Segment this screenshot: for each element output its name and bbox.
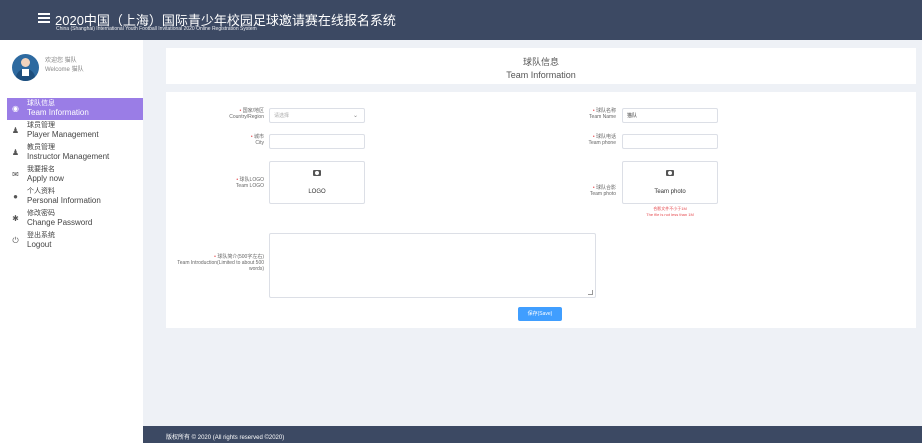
resize-handle-icon[interactable] xyxy=(588,290,593,295)
sidebar-item-label-en: Apply now xyxy=(27,174,64,183)
team-logo-label: • 球队LOGO Team LOGO xyxy=(186,177,264,189)
sidebar-item-label-cn: 教员管理 xyxy=(27,144,55,151)
sidebar-item-personal-information[interactable]: ● 个人资料 Personal Information xyxy=(7,186,143,208)
menu-icon[interactable] xyxy=(38,13,50,23)
page-title-card: 球队信息 Team Information xyxy=(166,48,916,84)
team-phone-label: • 球队电话 Team phone xyxy=(538,134,616,146)
team-photo-upload[interactable]: Team photo xyxy=(622,161,718,204)
country-select-placeholder: 请选择 xyxy=(274,113,290,119)
camera-icon xyxy=(313,170,321,176)
city-label-en: City xyxy=(255,140,264,146)
sidebar-nav: ◉ 球队信息 Team Information ♟ 球员管理 Player Ma… xyxy=(7,98,143,252)
welcome-en: Welcome 猫队 xyxy=(45,67,84,73)
team-photo-label-en: Team photo xyxy=(589,191,616,197)
sidebar-item-label-cn: 登出系统 xyxy=(27,232,55,239)
apply-icon: ✉ xyxy=(12,170,19,179)
sidebar-item-label-cn: 修改密码 xyxy=(27,210,55,217)
gear-icon: ✱ xyxy=(12,214,19,223)
page-title-en: Team Information xyxy=(506,70,576,80)
camera-icon xyxy=(666,170,674,176)
avatar xyxy=(12,54,39,81)
city-input[interactable] xyxy=(269,134,365,149)
sidebar-item-label-cn: 球队信息 xyxy=(27,100,55,107)
main-content: 球队信息 Team Information • 国家/地区 Country/Re… xyxy=(143,40,922,426)
team-info-form: • 国家/地区 Country/Region 请选择 ⌄ • 球队名称 Team… xyxy=(166,92,916,328)
sidebar-item-instructor-management[interactable]: ♟ 教员管理 Instructor Management xyxy=(7,142,143,164)
logout-icon: ⏻ xyxy=(12,236,19,245)
country-label: • 国家/地区 Country/Region xyxy=(186,108,264,120)
intro-label-en: Team Introduction(Limited to about 500 w… xyxy=(177,260,264,272)
team-info-icon: ◉ xyxy=(12,104,19,113)
photo-warning-en: The file is not less than 1M xyxy=(646,212,694,217)
intro-label: • 球队简介(500字左右) Team Introduction(Limited… xyxy=(168,254,264,272)
photo-size-warning: 合影文件不小于1M The file is not less than 1M xyxy=(612,206,728,218)
sidebar-item-logout[interactable]: ⏻ 登出系统 Logout xyxy=(7,230,143,252)
sidebar-item-team-information[interactable]: ◉ 球队信息 Team Information xyxy=(7,98,143,120)
city-label: • 城市 City xyxy=(186,134,264,146)
sidebar-item-label-cn: 个人资料 xyxy=(27,188,55,195)
team-logo-upload[interactable]: LOGO xyxy=(269,161,365,204)
team-name-label: • 球队名称 Team Name xyxy=(538,108,616,120)
chevron-down-icon: ⌄ xyxy=(352,113,358,119)
sidebar-item-label-en: Change Password xyxy=(27,218,93,227)
welcome-text: 欢迎您 猫队 Welcome 猫队 xyxy=(45,57,84,75)
team-photo-upload-text: Team photo xyxy=(654,189,686,195)
save-button[interactable]: 保存(Save) xyxy=(518,307,562,321)
sidebar-item-label-en: Instructor Management xyxy=(27,152,110,161)
sidebar-item-label-en: Personal Information xyxy=(27,196,101,205)
welcome-cn: 欢迎您 猫队 xyxy=(45,58,77,64)
top-header: 2020中国（上海）国际青少年校园足球邀请赛在线报名系统 China (Shan… xyxy=(0,0,922,40)
sidebar-item-label-cn: 我要报名 xyxy=(27,166,55,173)
sidebar-item-change-password[interactable]: ✱ 修改密码 Change Password xyxy=(7,208,143,230)
sidebar-item-player-management[interactable]: ♟ 球员管理 Player Management xyxy=(7,120,143,142)
copyright-text: 版权所有 © 2020 (All rights reserved ©2020) xyxy=(166,435,285,441)
team-phone-label-en: Team phone xyxy=(588,140,616,146)
person-icon: ● xyxy=(13,192,18,201)
page-title: 球队信息 xyxy=(522,57,559,67)
team-photo-label: • 球队合影 Team photo xyxy=(538,185,616,197)
sidebar: 欢迎您 猫队 Welcome 猫队 ◉ 球队信息 Team Informatio… xyxy=(0,40,143,443)
instructor-icon: ♟ xyxy=(11,148,20,157)
team-name-label-en: Team Name xyxy=(589,114,616,120)
sidebar-item-label-en: Player Management xyxy=(27,130,99,139)
country-select[interactable]: 请选择 ⌄ xyxy=(269,108,365,123)
intro-textarea[interactable] xyxy=(269,233,596,298)
team-logo-upload-text: LOGO xyxy=(308,189,326,195)
sidebar-item-apply-now[interactable]: ✉ 我要报名 Apply now xyxy=(7,164,143,186)
country-label-en: Country/Region xyxy=(229,114,264,120)
team-phone-input[interactable] xyxy=(622,134,718,149)
player-icon: ♟ xyxy=(11,126,20,135)
team-logo-label-en: Team LOGO xyxy=(235,183,264,189)
sidebar-item-label-cn: 球员管理 xyxy=(27,122,55,129)
sidebar-item-label-en: Logout xyxy=(27,240,52,249)
user-panel: 欢迎您 猫队 Welcome 猫队 xyxy=(12,54,137,82)
team-name-input[interactable]: 猫队 xyxy=(622,108,718,123)
footer: 版权所有 © 2020 (All rights reserved ©2020) xyxy=(143,426,922,443)
system-title-en: China (Shanghai) International Youth Foo… xyxy=(56,26,257,32)
sidebar-item-label-en: Team Information xyxy=(27,108,89,117)
